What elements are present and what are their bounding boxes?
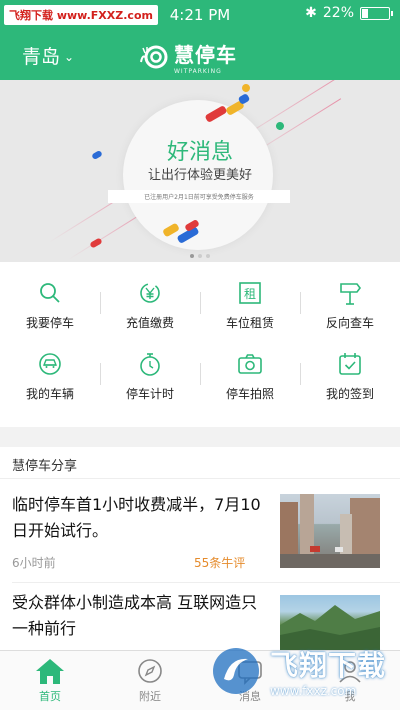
service-label: 停车计时	[125, 387, 174, 401]
compass-icon	[138, 659, 162, 683]
news-time: 6小时前	[12, 556, 56, 570]
service-label: 停车拍照	[225, 387, 274, 401]
service-recharge[interactable]: 充值缴费	[100, 280, 200, 351]
chevron-down-icon: ⌄	[64, 49, 75, 64]
car-icon	[39, 353, 61, 375]
logo-subtext: WITPARKING	[174, 68, 222, 75]
stopwatch-icon	[140, 353, 160, 376]
battery-icon	[360, 6, 393, 20]
service-park[interactable]: 我要停车	[0, 280, 100, 351]
app-logo: 慧停车 WITPARKING	[138, 39, 237, 75]
news-section-title: 慧停车分享	[0, 447, 400, 479]
watermark-text: 飞翔下载	[269, 649, 386, 682]
news-item[interactable]: 受众群体小制造成本高 互联网造只一种前行	[0, 590, 400, 650]
tab-label: 首页	[39, 690, 61, 703]
promo-banner[interactable]: 好消息 让出行体验更美好 已注册用户2月1日前可享受免费停车服务	[0, 80, 400, 262]
battery-fill	[362, 8, 368, 18]
status-time: 4:21 PM	[169, 6, 231, 24]
site-watermark: 飞翔下载 www.FXXZ.com	[4, 5, 158, 25]
banner-note: 已注册用户2月1日前可享受免费停车服务	[108, 190, 290, 203]
service-findcar[interactable]: 反向查车	[300, 280, 400, 351]
news-title: 受众群体小制造成本高 互联网造只一种前行	[12, 593, 258, 638]
download-site-watermark: 飞翔下载 www.fxxz.com	[210, 644, 386, 698]
service-label: 我的车辆	[25, 387, 74, 401]
news-item[interactable]: 临时停车首1小时收费减半，7月10日开始试行。 6小时前 55条牛评	[0, 492, 400, 582]
signpost-icon	[340, 283, 361, 305]
search-icon	[40, 283, 60, 303]
service-label: 我的签到	[325, 387, 374, 401]
service-mycar[interactable]: 我的车辆	[0, 351, 100, 422]
service-label: 充值缴费	[125, 316, 174, 330]
logo-text: 慧停车	[174, 43, 237, 67]
news-section: 慧停车分享 临时停车首1小时收费减半，7月10日开始试行。 6小时前 55条牛评…	[0, 447, 400, 650]
status-bar: 飞翔下载 www.FXXZ.com 4:21 PM ✱ 22%	[0, 0, 400, 30]
news-title: 临时停车首1小时收费减半，7月10日开始试行。	[12, 495, 261, 540]
service-rent[interactable]: 租 车位租赁	[200, 280, 300, 351]
logo-swirl-icon	[140, 45, 168, 69]
tab-home[interactable]: 首页	[0, 651, 100, 710]
calendar-check-icon	[339, 353, 361, 375]
service-label: 车位租赁	[225, 316, 274, 330]
pager-dot	[206, 254, 210, 258]
city-selector[interactable]: 青岛 ⌄	[22, 42, 74, 69]
tab-nearby[interactable]: 附近	[100, 651, 200, 710]
yen-icon	[140, 283, 160, 303]
watermark-logo-icon	[212, 648, 259, 694]
news-thumbnail	[280, 494, 380, 568]
camera-icon	[238, 354, 262, 374]
pager-dot	[190, 254, 194, 258]
top-bar: 飞翔下载 www.FXXZ.com 4:21 PM ✱ 22% 青岛 ⌄ 慧停车…	[0, 0, 400, 80]
service-checkin[interactable]: 我的签到	[300, 351, 400, 422]
service-label: 我要停车	[25, 316, 74, 330]
service-grid: 我要停车 充值缴费 租 车位租赁 反向查车 我的车辆 停车计时 停车拍照 我的签…	[0, 262, 400, 427]
rent-icon: 租	[239, 282, 261, 304]
service-timer[interactable]: 停车计时	[100, 351, 200, 422]
pager-dot	[198, 254, 202, 258]
app-header: 青岛 ⌄ 慧停车 WITPARKING	[0, 30, 400, 80]
news-comments[interactable]: 55条牛评	[194, 554, 245, 571]
city-label: 青岛	[22, 46, 61, 68]
bluetooth-icon: ✱	[305, 5, 317, 21]
tab-label: 附近	[139, 690, 161, 703]
svg-text:租: 租	[244, 287, 256, 301]
home-icon	[36, 659, 64, 684]
watermark-url: www.fxxz.com	[269, 684, 357, 698]
news-thumbnail	[280, 595, 380, 650]
service-photo[interactable]: 停车拍照	[200, 351, 300, 422]
banner-subtitle: 让出行体验更美好	[147, 168, 252, 183]
battery-percent: 22%	[322, 5, 354, 21]
banner-title: 好消息	[166, 140, 233, 165]
banner-pager	[0, 254, 400, 258]
service-label: 反向查车	[325, 316, 374, 330]
news-divider	[12, 582, 400, 583]
status-right: ✱ 22%	[305, 5, 393, 21]
